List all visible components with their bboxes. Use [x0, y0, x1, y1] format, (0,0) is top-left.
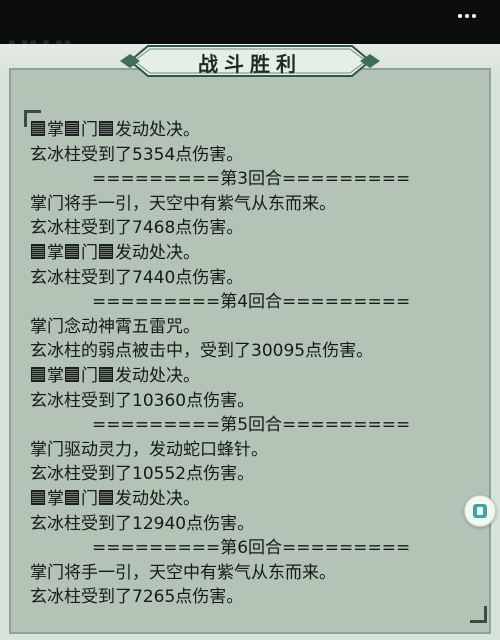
redacted-block: [31, 366, 45, 382]
redacted-block: [65, 121, 79, 136]
redacted-block: [99, 121, 113, 136]
round-separator: =========第4回合=========: [92, 292, 411, 313]
log-text: 掌: [47, 242, 64, 263]
log-line: 掌门驱动灵力，发动蛇口蜂针。: [30, 439, 268, 460]
log-line: 玄冰柱受到了7265点伤害。: [30, 587, 244, 608]
combat-log: 掌门发动处决。 玄冰柱受到了5354点伤害。 =========第3回合======…: [30, 118, 480, 610]
round-separator: =========第5回合=========: [92, 415, 411, 436]
redacted-block: [99, 243, 113, 259]
log-text: 发动处决。: [115, 242, 200, 263]
round-separator: =========第3回合=========: [92, 169, 411, 190]
more-dots-icon[interactable]: [458, 14, 476, 18]
log-text: 掌: [47, 365, 64, 386]
log-line: 玄冰柱受到了7468点伤害。: [30, 218, 244, 239]
log-text: 掌: [47, 488, 64, 509]
round-separator: =========第6回合=========: [92, 538, 411, 559]
log-line: 掌门将手一引，天空中有紫气从东而来。: [30, 562, 336, 583]
redacted-block: [65, 243, 79, 259]
log-text: 门: [81, 365, 98, 386]
redacted-block: [31, 243, 45, 259]
redacted-block: [65, 366, 79, 382]
log-line: 掌门发动处决。: [30, 241, 480, 266]
redacted-block: [99, 366, 113, 382]
log-text: 发动处决。: [115, 488, 200, 509]
log-text: 门: [81, 242, 98, 263]
log-text: 门: [81, 488, 98, 509]
log-text: 发动处决。: [115, 365, 200, 386]
redacted-block: [31, 121, 45, 136]
log-line: 掌门发动处决。: [30, 118, 480, 143]
log-text: 门: [81, 120, 98, 140]
top-status-bar: ▪ ▪▪ ▪ ▪▪: [0, 0, 500, 49]
log-line: 掌门发动处决。: [30, 487, 480, 512]
log-line: 掌门念动神霄五雷咒。: [30, 316, 200, 337]
redacted-block: [99, 489, 113, 505]
log-line: 玄冰柱受到了10360点伤害。: [30, 390, 255, 411]
log-line: 玄冰柱受到了7440点伤害。: [30, 267, 244, 288]
log-line: 玄冰柱受到了5354点伤害。: [30, 144, 244, 165]
log-text: 掌: [47, 120, 64, 140]
log-text: 发动处决。: [115, 120, 200, 140]
book-icon[interactable]: [464, 495, 496, 527]
title-plaque: 战斗胜利: [120, 44, 380, 78]
redacted-block: [65, 489, 79, 505]
log-line: 掌门发动处决。: [30, 364, 480, 389]
page-title: 战斗胜利: [198, 52, 302, 76]
log-line: 掌门将手一引，天空中有紫气从东而来。: [30, 193, 336, 214]
log-line: 玄冰柱的弱点被击中，受到了30095点伤害。: [30, 341, 374, 362]
redacted-block: [31, 489, 45, 505]
log-line: 玄冰柱受到了12940点伤害。: [30, 513, 255, 534]
log-line: 玄冰柱受到了10552点伤害。: [30, 464, 255, 485]
